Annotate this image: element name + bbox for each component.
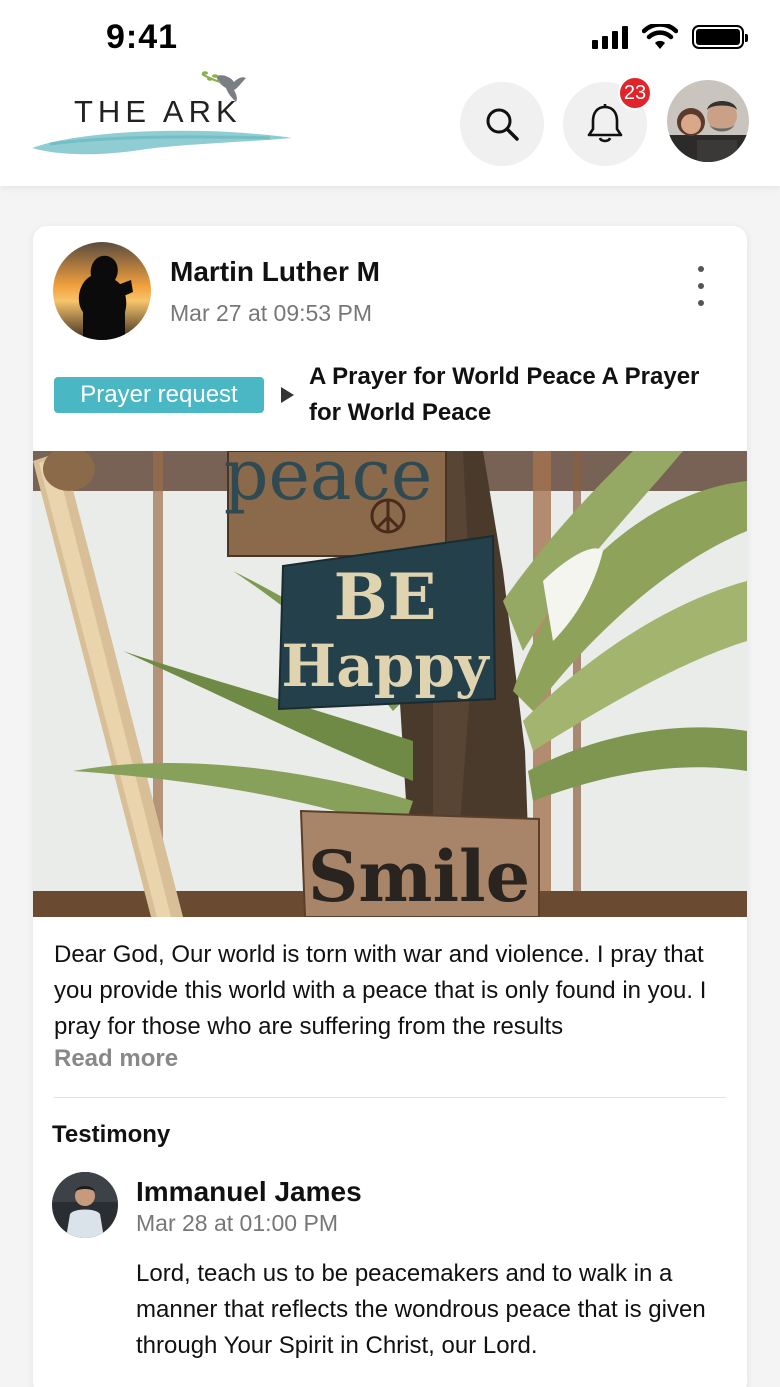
post-card: Martin Luther M Mar 27 at 09:53 PM Praye… xyxy=(33,226,747,1387)
svg-text:Happy: Happy xyxy=(281,632,490,700)
logo-text: THE ARK xyxy=(74,94,242,129)
status-icons xyxy=(592,24,748,50)
app-header: THE ARK 23 xyxy=(0,70,780,186)
cellular-signal-icon xyxy=(592,25,628,49)
status-bar: 9:41 xyxy=(0,0,780,70)
post-image[interactable]: peace BE Happy Smile xyxy=(33,451,747,917)
category-badge: Prayer request xyxy=(54,377,264,413)
more-options-icon[interactable] xyxy=(693,266,709,306)
post-title: A Prayer for World Peace A Prayer for Wo… xyxy=(309,363,700,426)
testimony-author-name[interactable]: Immanuel James xyxy=(136,1176,362,1208)
testimony-author-avatar[interactable] xyxy=(52,1172,118,1238)
wifi-icon xyxy=(642,24,678,49)
testimony-text: Lord, teach us to be peacemakers and to … xyxy=(136,1260,706,1359)
user-avatar[interactable] xyxy=(667,80,749,162)
app-logo[interactable]: THE ARK xyxy=(30,64,300,174)
status-time: 9:41 xyxy=(106,18,179,56)
svg-text:Smile: Smile xyxy=(308,835,530,917)
post-date: Mar 27 at 09:53 PM xyxy=(170,300,372,326)
testimony-section-label: Testimony xyxy=(52,1121,171,1148)
read-more-link[interactable]: Read more xyxy=(54,1045,178,1073)
author-avatar[interactable] xyxy=(53,242,151,340)
svg-text:BE: BE xyxy=(334,560,437,635)
notification-count-badge: 23 xyxy=(618,76,652,110)
post-author-name[interactable]: Martin Luther M xyxy=(170,256,380,288)
bell-icon xyxy=(587,104,623,143)
arrow-right-icon xyxy=(281,387,294,403)
testimony-date: Mar 28 at 01:00 PM xyxy=(136,1210,338,1236)
divider xyxy=(54,1097,726,1098)
search-button[interactable] xyxy=(460,82,544,166)
post-body-text: Dear God, Our world is torn with war and… xyxy=(54,941,707,1040)
battery-icon xyxy=(692,25,748,49)
search-icon xyxy=(486,108,519,141)
